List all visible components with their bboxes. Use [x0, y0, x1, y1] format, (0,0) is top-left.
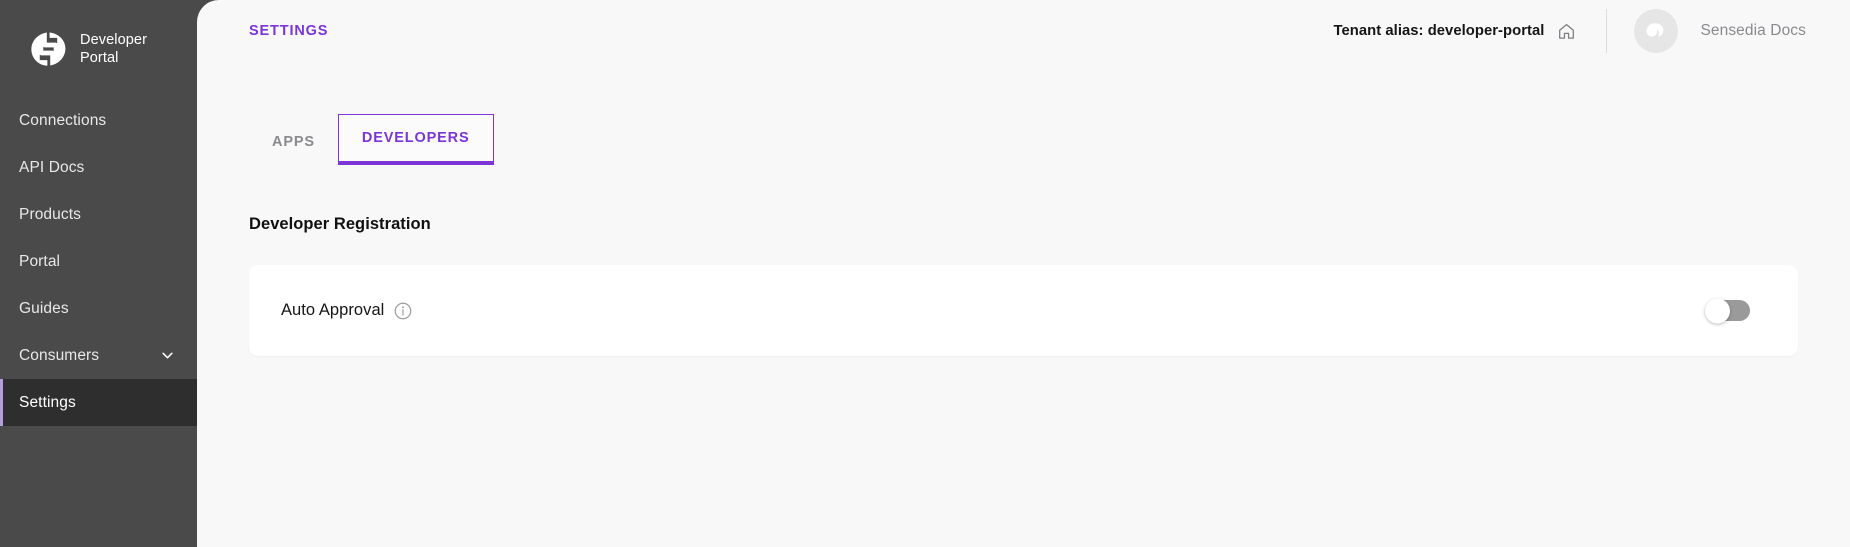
chevron-down-icon[interactable]	[160, 348, 175, 363]
section-title: Developer Registration	[249, 215, 431, 233]
sidebar-item-label: Guides	[19, 299, 69, 317]
sidebar-nav: Connections API Docs Products Portal Gui…	[0, 97, 197, 426]
account-name: Sensedia Docs	[1700, 22, 1806, 39]
auto-approval-toggle[interactable]	[1705, 298, 1750, 323]
sidebar-item-connections[interactable]: Connections	[0, 97, 197, 144]
auto-approval-label: Auto Approval	[281, 301, 385, 319]
sidebar-item-guides[interactable]: Guides	[0, 285, 197, 332]
tab-developers[interactable]: DEVELOPERS	[337, 114, 494, 165]
main-panel: SETTINGS Tenant alias: developer-portal	[197, 0, 1850, 547]
toggle-knob	[1705, 298, 1730, 323]
tenant-alias-label: Tenant alias: developer-portal	[1333, 23, 1545, 39]
sidebar-item-label: Connections	[19, 111, 107, 129]
sidebar-item-label: Products	[19, 205, 81, 223]
sidebar-item-settings[interactable]: Settings	[0, 379, 197, 426]
account-group[interactable]: Sensedia Docs	[1634, 9, 1806, 53]
sidebar-item-products[interactable]: Products	[0, 191, 197, 238]
app-root: Developer Portal Connections API Docs Pr…	[0, 0, 1850, 547]
auto-approval-card: Auto Approval	[249, 265, 1798, 356]
home-icon[interactable]	[1557, 22, 1576, 41]
avatar[interactable]	[1634, 9, 1679, 53]
sidebar-item-consumers[interactable]: Consumers	[0, 332, 197, 379]
content-area: APPS DEVELOPERS Developer Registration A…	[197, 62, 1850, 547]
tenant-group: Tenant alias: developer-portal	[1334, 22, 1577, 41]
sidebar-item-label: Settings	[19, 393, 76, 411]
sidebar-item-api-docs[interactable]: API Docs	[0, 144, 197, 191]
brand-name: Developer Portal	[80, 31, 147, 66]
tab-bar: APPS DEVELOPERS	[249, 114, 1798, 165]
page-header: SETTINGS Tenant alias: developer-portal	[197, 0, 1850, 62]
header-divider	[1606, 9, 1608, 53]
auto-approval-label-group: Auto Approval	[281, 301, 412, 320]
sidebar-item-label: Consumers	[19, 346, 100, 364]
sidebar-item-label: Portal	[19, 252, 61, 270]
sidebar-item-portal[interactable]: Portal	[0, 238, 197, 285]
sidebar-item-label: API Docs	[19, 158, 85, 176]
tab-apps[interactable]: APPS	[249, 118, 338, 165]
info-icon[interactable]	[394, 302, 412, 320]
sidebar: Developer Portal Connections API Docs Pr…	[0, 0, 197, 547]
page-title: SETTINGS	[249, 23, 329, 39]
brand[interactable]: Developer Portal	[0, 0, 197, 76]
developer-portal-logo-icon	[29, 30, 67, 68]
